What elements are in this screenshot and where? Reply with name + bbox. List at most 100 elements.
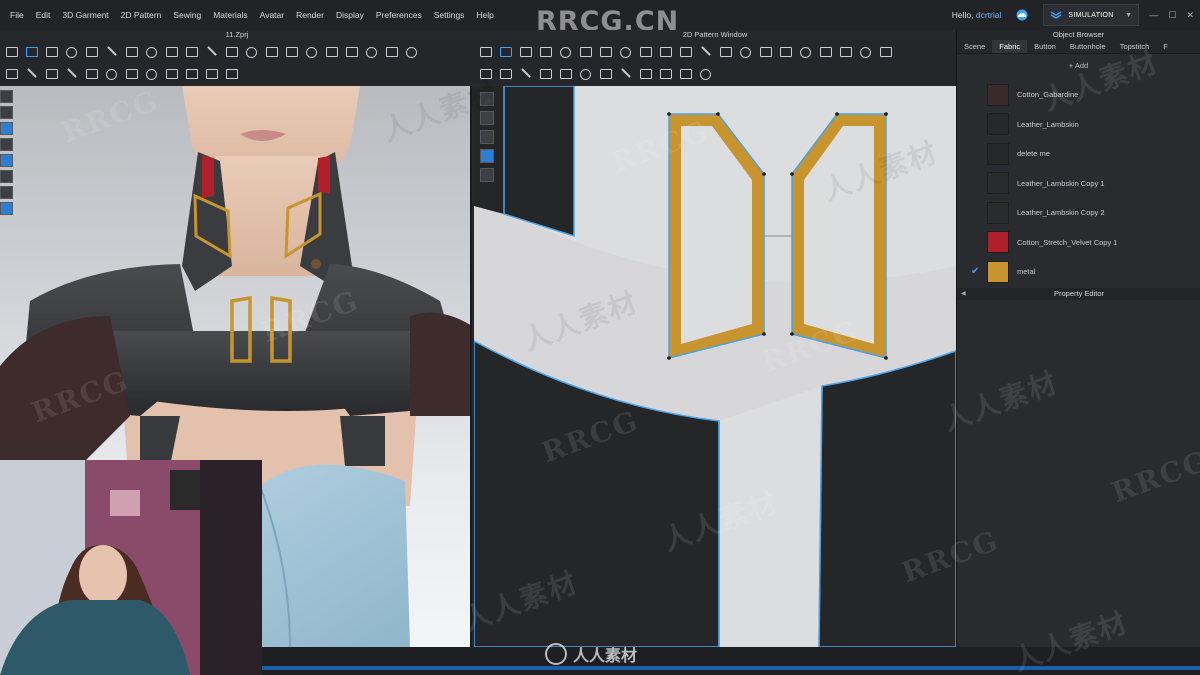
view-strain-icon[interactable] <box>0 186 13 199</box>
simulation-mode-dropdown[interactable]: SIMULATION ▼ <box>1043 4 1140 26</box>
avatar-measure-icon[interactable] <box>324 45 338 57</box>
render-icon[interactable] <box>404 45 418 58</box>
free-sewing-icon[interactable] <box>718 45 732 57</box>
internal-rectangle-icon[interactable] <box>598 45 612 57</box>
username[interactable]: dcrtrial <box>976 10 1002 20</box>
select-icon[interactable] <box>4 45 18 57</box>
curve-point-icon[interactable] <box>598 67 612 79</box>
internal-polygon-icon[interactable] <box>578 45 592 57</box>
shirt-icon[interactable] <box>480 149 494 163</box>
add-fabric-button[interactable]: + Add <box>957 54 1200 76</box>
fold-icon[interactable] <box>64 45 78 58</box>
menu-materials[interactable]: Materials <box>207 0 253 30</box>
pen-icon[interactable] <box>480 92 494 106</box>
transform-pattern-icon[interactable] <box>478 45 492 57</box>
fabric-item-leather-lambskin-copy-1[interactable]: Leather_Lambskin Copy 1 <box>957 169 1200 199</box>
cloud-icon[interactable] <box>1011 7 1033 23</box>
tab-topstitch[interactable]: Topstitch <box>1113 40 1157 53</box>
fold-arrangement-icon[interactable] <box>858 45 872 58</box>
lock-icon[interactable] <box>480 168 494 182</box>
pin-icon[interactable] <box>44 45 58 57</box>
grid-icon[interactable] <box>204 67 218 79</box>
fabric-item-cotton-gabardine[interactable]: Cotton_Gabardine <box>957 80 1200 110</box>
view-front-icon[interactable] <box>0 90 13 103</box>
button-tool-icon[interactable] <box>164 45 178 57</box>
tack-icon[interactable] <box>124 45 138 57</box>
fabric-item-metal[interactable]: ✔ metal <box>957 257 1200 287</box>
trim-icon[interactable] <box>304 45 318 58</box>
menu-render[interactable]: Render <box>290 0 330 30</box>
layer-icon[interactable] <box>164 67 178 79</box>
graphic-icon[interactable] <box>284 45 298 57</box>
drawing-icon[interactable] <box>878 45 892 57</box>
topstitch-icon[interactable] <box>224 45 238 57</box>
measure-icon[interactable] <box>144 45 158 58</box>
check-sewing-icon[interactable] <box>838 45 852 57</box>
rectangle-icon[interactable] <box>538 45 552 57</box>
eye-icon[interactable] <box>480 130 494 144</box>
zipper-icon[interactable] <box>204 45 218 57</box>
edit-pattern-icon[interactable] <box>498 45 512 57</box>
mirror-icon[interactable] <box>558 67 572 79</box>
tab-button[interactable]: Button <box>1027 40 1063 53</box>
menu-file[interactable]: File <box>4 0 30 30</box>
sew-icon[interactable] <box>84 45 98 57</box>
camera-icon[interactable] <box>224 67 238 79</box>
view-garment-icon[interactable] <box>0 138 13 151</box>
lasso-icon[interactable] <box>478 67 492 79</box>
menu-edit[interactable]: Edit <box>30 0 57 30</box>
menu-avatar[interactable]: Avatar <box>254 0 290 30</box>
notch-icon[interactable] <box>818 45 832 57</box>
shrinkage-icon[interactable] <box>364 45 378 58</box>
menu-2d-pattern[interactable]: 2D Pattern <box>115 0 168 30</box>
menu-display[interactable]: Display <box>330 0 370 30</box>
dart-icon[interactable] <box>638 45 652 57</box>
annotation-icon[interactable] <box>758 45 772 57</box>
cut-icon[interactable] <box>104 45 118 57</box>
collapse-arrow-icon[interactable]: ◀ <box>961 288 966 300</box>
menu-3d-garment[interactable]: 3D Garment <box>56 0 114 30</box>
strap-icon[interactable] <box>344 45 358 57</box>
trace-icon[interactable] <box>658 45 672 57</box>
fabric-item-leather-lambskin-copy-2[interactable]: Leather_Lambskin Copy 2 <box>957 198 1200 228</box>
tab-fabric[interactable]: Fabric <box>992 40 1028 53</box>
seam-allowance-icon[interactable] <box>678 45 692 57</box>
view-fitmap-icon[interactable] <box>0 202 13 215</box>
buttonhole-tool-icon[interactable] <box>184 45 198 57</box>
fabric-item-delete-me[interactable]: delete me <box>957 139 1200 169</box>
sphere-icon[interactable] <box>144 67 158 80</box>
menu-help[interactable]: Help <box>470 0 499 30</box>
blade-icon[interactable] <box>24 67 38 79</box>
maximize-icon[interactable]: ☐ <box>1168 10 1176 21</box>
tab-buttonhole[interactable]: Buttonhole <box>1063 40 1113 53</box>
snap-icon[interactable] <box>678 67 692 79</box>
tab-pattern-icon[interactable] <box>538 67 552 79</box>
menu-sewing[interactable]: Sewing <box>167 0 207 30</box>
align-icon[interactable] <box>658 67 672 79</box>
pleat-icon[interactable] <box>124 67 138 79</box>
fabric-item-leather-lambskin[interactable]: Leather_Lambskin <box>957 110 1200 140</box>
circle-icon[interactable] <box>558 45 572 58</box>
fitmap-icon[interactable] <box>384 45 398 57</box>
measure-2d-icon[interactable] <box>638 67 652 79</box>
text-tool-icon[interactable] <box>738 45 752 58</box>
move-icon[interactable] <box>24 45 38 57</box>
tab-more[interactable]: F <box>1156 40 1175 53</box>
segment-icon[interactable] <box>44 67 58 79</box>
texture-icon[interactable] <box>264 45 278 57</box>
diamond-pattern-icon[interactable] <box>578 67 592 80</box>
cross-icon[interactable] <box>64 67 78 79</box>
view-avatar-icon[interactable] <box>0 122 13 135</box>
symmetry-icon[interactable] <box>798 45 812 58</box>
line-tool-icon[interactable] <box>4 67 18 79</box>
internal-circle-icon[interactable] <box>618 45 632 58</box>
2d-pattern-viewport[interactable] <box>474 86 956 647</box>
minimize-icon[interactable]: — <box>1149 10 1158 21</box>
property-editor-header[interactable]: ◀ Property Editor <box>957 288 1200 300</box>
view-texture-icon[interactable] <box>0 154 13 167</box>
boundary-icon[interactable] <box>84 67 98 79</box>
menu-settings[interactable]: Settings <box>428 0 471 30</box>
diamond-icon[interactable] <box>104 67 118 80</box>
segment-sewing-icon[interactable] <box>698 45 712 57</box>
slash-icon[interactable] <box>618 67 632 79</box>
